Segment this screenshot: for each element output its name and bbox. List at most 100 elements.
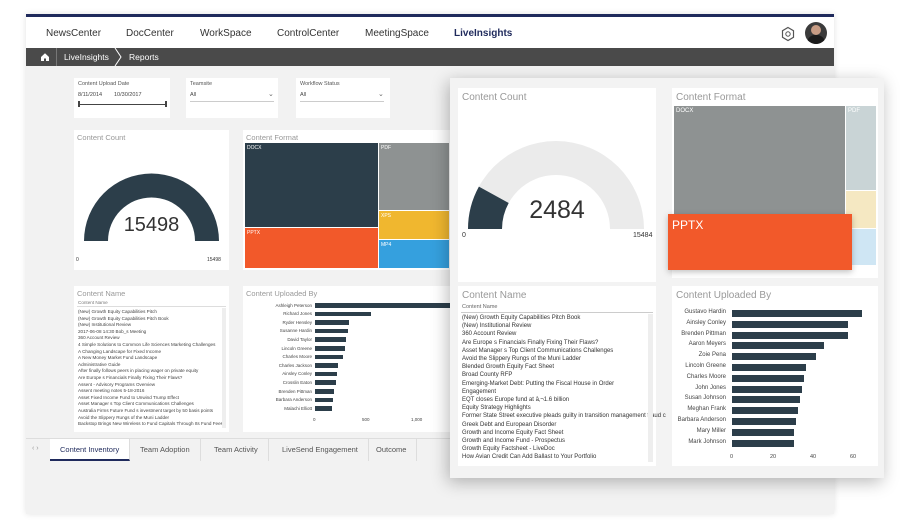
bar[interactable] bbox=[315, 311, 371, 317]
list-item[interactable]: Emerging-Market Debt: Putting the Fiscal… bbox=[462, 381, 614, 387]
list-item[interactable]: (New) Institutional Review bbox=[78, 322, 131, 327]
list-item[interactable]: Backstop Brings New Wireless to Fund Cap… bbox=[78, 421, 223, 426]
bar[interactable] bbox=[315, 320, 349, 325]
list-item[interactable]: (New) Growth Equity Capabilities Pitch bbox=[78, 309, 157, 314]
list-item[interactable]: Engagement bbox=[462, 389, 496, 395]
list-item[interactable]: Are Europe s Financials Finally Fixing T… bbox=[78, 375, 182, 380]
content-format-card: Content Format DOCX PDF PPTX XPS MP4 bbox=[243, 130, 483, 270]
treemap-pptx[interactable]: PPTX bbox=[245, 228, 378, 268]
list-item[interactable]: A New Money Market Fund Landscape bbox=[78, 355, 157, 360]
list-item[interactable]: Growth and Income Equity Fact Sheet bbox=[462, 430, 563, 436]
tab-content-inventory[interactable]: Content Inventory bbox=[50, 439, 131, 461]
bar[interactable] bbox=[315, 389, 334, 394]
treemap-xps[interactable]: XPS bbox=[379, 211, 449, 239]
list-item[interactable]: (New) Growth Equity Capabilities Pitch B… bbox=[462, 315, 580, 321]
bar[interactable] bbox=[315, 380, 336, 385]
list-item[interactable]: Asset Manager s Top Client Communication… bbox=[462, 348, 613, 354]
bar-label: Meghan Frank bbox=[687, 406, 726, 413]
bar[interactable] bbox=[732, 396, 800, 404]
list-item[interactable]: After finally follows peers in placing w… bbox=[78, 368, 198, 373]
bar[interactable] bbox=[732, 320, 848, 328]
slider-handle-start[interactable] bbox=[78, 101, 80, 107]
chevron-down-icon[interactable]: ⌄ bbox=[378, 90, 384, 98]
list-item[interactable]: Growth Equity Factsheet - LiveDoc bbox=[462, 446, 555, 452]
bar[interactable] bbox=[732, 331, 848, 339]
bar[interactable] bbox=[732, 374, 804, 382]
bar[interactable] bbox=[732, 428, 794, 436]
bar[interactable] bbox=[732, 439, 794, 447]
nav-doccenter[interactable]: DocCenter bbox=[126, 28, 174, 39]
list-item[interactable]: EQT closes Europe fund at â‚¬1.6 billion bbox=[462, 397, 569, 403]
scrollbar[interactable] bbox=[648, 314, 653, 462]
bar[interactable] bbox=[732, 353, 816, 361]
tab-team-adoption[interactable]: Team Adoption bbox=[130, 439, 201, 461]
treemap-pdf[interactable]: PDF bbox=[379, 143, 449, 210]
date-range-slider[interactable] bbox=[78, 104, 166, 105]
tab-scroll-icon[interactable]: ‹ › bbox=[32, 445, 39, 452]
list-item[interactable]: Blended Growth Equity Fact Sheet bbox=[462, 364, 554, 370]
list-item[interactable]: Avoid the Slippery Rungs of the Muni Lad… bbox=[78, 415, 169, 420]
treemap-docx[interactable]: DOCX bbox=[674, 106, 845, 215]
nav-newscenter[interactable]: NewsCenter bbox=[46, 28, 101, 39]
bar[interactable] bbox=[732, 385, 802, 393]
home-icon[interactable] bbox=[40, 52, 50, 62]
date-start: 8/11/2014 bbox=[78, 92, 103, 98]
treemap-pdf[interactable]: PDF bbox=[846, 106, 876, 190]
list-item[interactable]: Greek Debt and European Disorder bbox=[462, 422, 556, 428]
bar[interactable] bbox=[315, 354, 343, 360]
tab-livesend-engagement[interactable]: LiveSend Engagement bbox=[272, 439, 369, 461]
list-item[interactable]: Equity Strategy Highlights bbox=[462, 405, 531, 411]
list-item[interactable]: Administrative Guide bbox=[78, 362, 120, 367]
list-item[interactable]: A Changing Landscape for Fixed Income bbox=[78, 349, 161, 354]
bar[interactable] bbox=[732, 407, 798, 415]
content-upload-date-filter[interactable]: Content Upload Date 8/11/2014 10/30/2017 bbox=[74, 78, 170, 118]
avatar[interactable] bbox=[805, 22, 827, 44]
bar[interactable] bbox=[315, 346, 345, 351]
bar[interactable] bbox=[315, 337, 346, 342]
bar[interactable] bbox=[315, 363, 338, 368]
treemap-mp4[interactable]: MP4 bbox=[379, 240, 449, 268]
list-item[interactable]: 2017-06-08 14:30 Bob_s Meeting bbox=[78, 329, 146, 334]
nav-controlcenter[interactable]: ControlCenter bbox=[277, 28, 339, 39]
slider-handle-end[interactable] bbox=[165, 101, 167, 107]
list-item[interactable]: Asset Manager s Top Client Communication… bbox=[78, 401, 194, 406]
bar[interactable] bbox=[315, 397, 333, 403]
chevron-down-icon[interactable]: ⌄ bbox=[268, 90, 274, 98]
nav-meetingspace[interactable]: MeetingSpace bbox=[365, 28, 429, 39]
tab-outcome[interactable]: Outcome bbox=[366, 439, 418, 461]
list-item[interactable]: Are Europe s Financials Finally Fixing T… bbox=[462, 340, 598, 346]
settings-icon[interactable] bbox=[780, 26, 796, 42]
bar[interactable] bbox=[732, 310, 862, 317]
list-item[interactable]: Former State Street executive pleads gui… bbox=[462, 413, 666, 419]
teamsite-filter[interactable]: Teamsite All ⌄ bbox=[186, 78, 278, 118]
list-item[interactable]: (New) Institutional Review bbox=[462, 323, 531, 329]
list-item[interactable]: Growth and Income Fund - Prospectus bbox=[462, 438, 565, 444]
treemap-pptx-highlight[interactable]: PPTX bbox=[668, 214, 852, 270]
list-item[interactable]: Assent - Advisory Programs Overview bbox=[78, 382, 155, 387]
list-item[interactable]: Australia Firms Future Fund s investment… bbox=[78, 408, 213, 413]
card-title: Content Name bbox=[462, 290, 527, 301]
list-item[interactable]: (New) Growth Equity Capabilities Pitch B… bbox=[78, 316, 169, 321]
list-item[interactable]: 4 Simple Solutions to Common Life Scienc… bbox=[78, 342, 215, 347]
scrollbar[interactable] bbox=[222, 308, 226, 428]
bar[interactable] bbox=[315, 328, 348, 334]
nav-liveinsights[interactable]: LiveInsights bbox=[454, 28, 512, 39]
breadcrumb-liveinsights[interactable]: LiveInsights bbox=[64, 52, 109, 62]
bar[interactable] bbox=[732, 342, 824, 350]
list-item[interactable]: 360 Account Review bbox=[78, 335, 120, 340]
treemap-docx[interactable]: DOCX bbox=[245, 143, 378, 227]
bar[interactable] bbox=[315, 406, 332, 411]
bar[interactable] bbox=[732, 364, 806, 371]
list-item[interactable]: 360 Account Review bbox=[462, 331, 516, 337]
list-item[interactable]: Assent meeting notes 5-18-2016 bbox=[78, 388, 144, 393]
list-item[interactable]: Asset Fixed Income Fund to Unwind Trump … bbox=[78, 395, 179, 400]
list-item[interactable]: How Avian Credit Can Add Ballast to Your… bbox=[462, 454, 596, 460]
list-item[interactable]: Avoid the Slippery Rungs of the Muni Lad… bbox=[462, 356, 581, 362]
workflow-status-filter[interactable]: Workflow Status All ⌄ bbox=[296, 78, 390, 118]
nav-workspace[interactable]: WorkSpace bbox=[200, 28, 252, 39]
bar[interactable] bbox=[315, 371, 337, 377]
list-item[interactable]: Broad County RFP bbox=[462, 372, 512, 378]
tab-team-activity[interactable]: Team Activity bbox=[204, 439, 269, 461]
bar[interactable] bbox=[732, 418, 796, 425]
gauge-max: 15498 bbox=[207, 257, 221, 263]
